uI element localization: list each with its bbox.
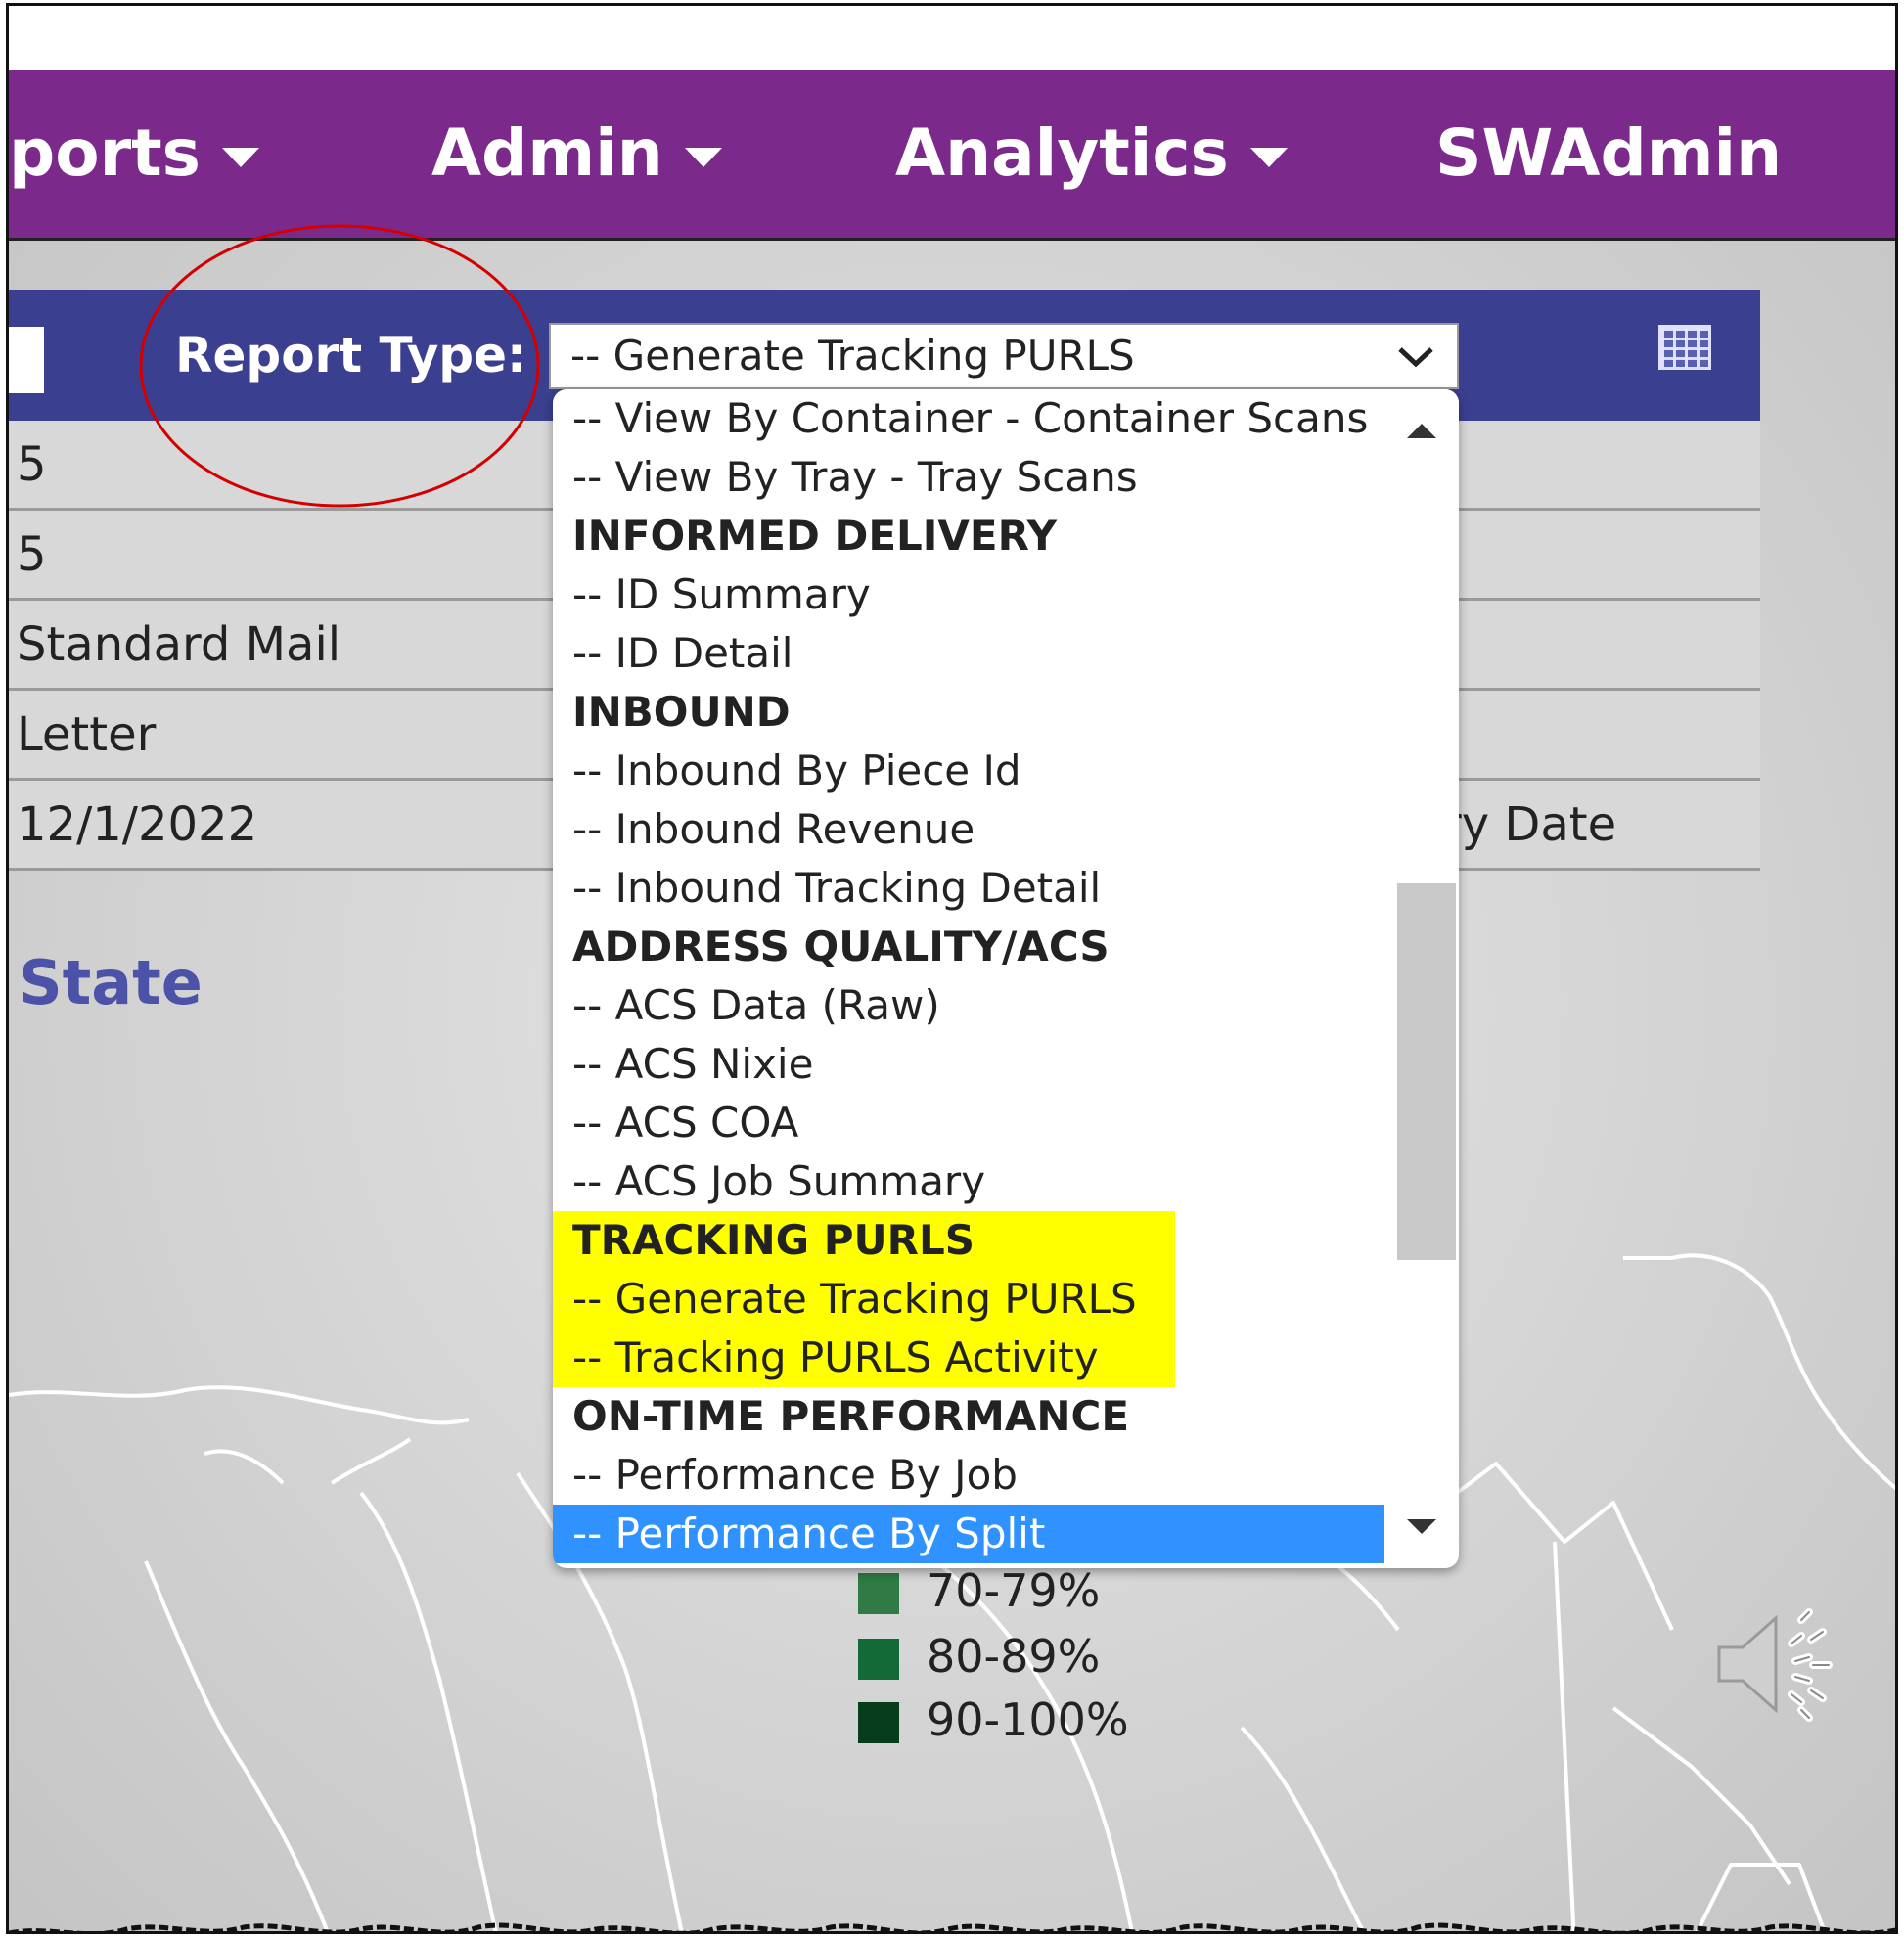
option-inbound-by-piece-id[interactable]: -- Inbound By Piece Id xyxy=(553,742,1384,800)
nav-swadmin-label: SWAdmin xyxy=(1435,115,1783,191)
option-inbound-revenue[interactable]: -- Inbound Revenue xyxy=(553,800,1384,859)
option-inbound-tracking-detail[interactable]: -- Inbound Tracking Detail xyxy=(553,859,1384,918)
browser-top-strip xyxy=(9,6,1895,70)
legend-swatch xyxy=(858,1639,899,1680)
option-tracking-purls-activity[interactable]: -- Tracking PURLS Activity xyxy=(553,1329,1175,1387)
row-value: 5 xyxy=(17,437,47,492)
option-view-by-container[interactable]: -- View By Container - Container Scans xyxy=(553,389,1384,448)
legend-swatch xyxy=(858,1702,899,1743)
scroll-up-arrow-icon[interactable] xyxy=(1407,424,1436,438)
nav-swadmin[interactable]: SWAdmin xyxy=(1435,70,1782,237)
report-type-selected-value: -- Generate Tracking PURLS xyxy=(570,332,1135,380)
option-acs-data-raw[interactable]: -- ACS Data (Raw) xyxy=(553,976,1384,1035)
option-performance-by-job[interactable]: -- Performance By Job xyxy=(553,1446,1384,1505)
option-acs-nixie[interactable]: -- ACS Nixie xyxy=(553,1035,1384,1094)
nav-analytics[interactable]: Analytics xyxy=(895,70,1288,237)
caret-down-icon xyxy=(221,147,259,167)
nav-analytics-label: Analytics xyxy=(895,115,1229,191)
option-acs-job-summary[interactable]: -- ACS Job Summary xyxy=(553,1152,1384,1211)
annotation-ellipse xyxy=(139,224,540,508)
row-value: Letter xyxy=(17,707,157,762)
scroll-down-arrow-icon[interactable] xyxy=(1407,1519,1436,1534)
report-type-select[interactable]: -- Generate Tracking PURLS xyxy=(549,323,1459,389)
dropdown-options: -- View By Container - Container Scans -… xyxy=(553,389,1384,1568)
chevron-down-icon xyxy=(1398,347,1433,368)
app-window: ports Admin Analytics SWAdmin Report Typ… xyxy=(6,3,1898,1934)
dropdown-scrollbar[interactable] xyxy=(1389,389,1459,1568)
option-id-detail[interactable]: -- ID Detail xyxy=(553,624,1384,683)
caret-down-icon xyxy=(684,147,722,167)
legend-label: 70-79% xyxy=(927,1564,1101,1617)
report-type-dropdown[interactable]: -- View By Container - Container Scans -… xyxy=(553,389,1459,1568)
speaker-icon[interactable] xyxy=(1711,1600,1838,1728)
legend-swatch xyxy=(858,1573,899,1614)
nav-reports[interactable]: ports xyxy=(9,70,259,237)
row-right-text: ry Date xyxy=(1442,797,1617,852)
nav-admin-label: Admin xyxy=(431,115,663,191)
optgroup-on-time-performance: ON-TIME PERFORMANCE xyxy=(572,1392,1130,1440)
row-value: Standard Mail xyxy=(17,617,341,672)
option-performance-by-split[interactable]: -- Performance By Split xyxy=(553,1505,1384,1563)
row-value: 5 xyxy=(17,527,47,582)
nav-admin[interactable]: Admin xyxy=(431,70,722,237)
row-value: 12/1/2022 xyxy=(17,797,258,852)
option-view-by-tray[interactable]: -- View By Tray - Tray Scans xyxy=(553,448,1384,507)
legend-label: 80-89% xyxy=(927,1630,1101,1683)
option-id-summary[interactable]: -- ID Summary xyxy=(553,565,1384,624)
grid-icon[interactable] xyxy=(1658,325,1711,370)
scrollbar-thumb[interactable] xyxy=(1397,883,1456,1260)
optgroup-address-quality-acs: ADDRESS QUALITY/ACS xyxy=(572,923,1110,970)
main-navbar: ports Admin Analytics SWAdmin xyxy=(9,70,1895,241)
legend-label: 90-100% xyxy=(927,1693,1129,1746)
optgroup-inbound: INBOUND xyxy=(572,688,791,736)
nav-reports-label: ports xyxy=(9,115,201,191)
optgroup-informed-delivery: INFORMED DELIVERY xyxy=(572,512,1058,560)
optgroup-tracking-purls: TRACKING PURLS xyxy=(553,1211,1175,1270)
left-select-stub[interactable] xyxy=(9,327,44,393)
option-acs-coa[interactable]: -- ACS COA xyxy=(553,1094,1384,1152)
option-generate-tracking-purls[interactable]: -- Generate Tracking PURLS xyxy=(553,1270,1175,1329)
map-title: State xyxy=(19,947,203,1018)
caret-down-icon xyxy=(1249,147,1288,167)
